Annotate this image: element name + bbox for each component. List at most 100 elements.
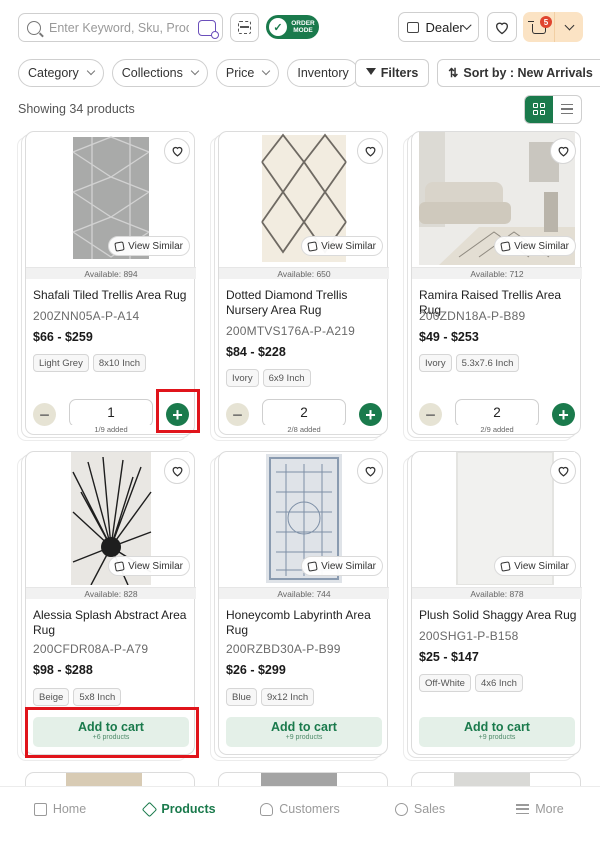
cart-count-badge: 5 bbox=[540, 16, 552, 28]
product-card[interactable]: View Similar Available: 650 Dotted Diamo… bbox=[218, 131, 389, 435]
cart-button[interactable]: 5 bbox=[523, 12, 583, 42]
product-name[interactable]: Honeycomb Labyrinth Area Rug bbox=[226, 608, 384, 638]
product-name[interactable]: Alessia Splash Abstract Area Rug bbox=[33, 608, 191, 638]
variant-tags: Light Grey 8x10 Inch bbox=[33, 354, 147, 372]
product-name[interactable]: Dotted Diamond Trellis Nursery Area Rug bbox=[226, 288, 384, 318]
nav-home[interactable]: Home bbox=[0, 787, 120, 831]
barcode-scan-button[interactable] bbox=[230, 13, 259, 42]
similar-icon bbox=[114, 560, 125, 572]
filter-bar: Category Collections Price Inventory Fil… bbox=[18, 59, 600, 87]
view-similar-button[interactable]: View Similar bbox=[494, 236, 576, 256]
bottom-navigation: Home Products Customers Sales More bbox=[0, 786, 600, 844]
product-name[interactable]: Shafali Tiled Trellis Area Rug bbox=[33, 288, 191, 303]
filter-category[interactable]: Category bbox=[18, 59, 104, 87]
view-similar-label: View Similar bbox=[128, 240, 183, 252]
nav-label: More bbox=[535, 802, 564, 816]
product-card[interactable]: View Similar Available: 878 Plush Solid … bbox=[411, 451, 582, 755]
quantity-input[interactable]: 2 bbox=[455, 399, 539, 427]
nav-sales[interactable]: Sales bbox=[360, 787, 480, 831]
filters-label: Filters bbox=[380, 66, 419, 80]
rug-image-peek bbox=[66, 773, 142, 786]
list-view-button[interactable] bbox=[553, 96, 581, 123]
size-tag: 9x12 Inch bbox=[261, 688, 315, 706]
availability: Available: 828 bbox=[26, 587, 196, 599]
filter-price[interactable]: Price bbox=[215, 59, 280, 87]
filter-inventory[interactable]: Inventory bbox=[287, 59, 359, 87]
product-price: $98 - $288 bbox=[33, 663, 93, 677]
cart-dropdown[interactable] bbox=[555, 20, 583, 30]
similar-icon bbox=[307, 560, 318, 572]
filter-icon bbox=[365, 68, 376, 78]
cart-icon-wrap[interactable]: 5 bbox=[523, 12, 555, 42]
grid-view-button[interactable] bbox=[525, 95, 553, 123]
nav-label: Products bbox=[161, 802, 216, 816]
chip-label: Category bbox=[28, 66, 79, 80]
color-tag: Blue bbox=[226, 688, 258, 706]
product-sku: 200ZNN05A-P-A14 bbox=[33, 309, 140, 323]
favorite-button[interactable] bbox=[357, 138, 383, 164]
nav-products[interactable]: Products bbox=[120, 787, 240, 831]
header-bar: ✓ ORDER MODE Dealer 5 bbox=[0, 0, 600, 52]
nav-customers[interactable]: Customers bbox=[240, 787, 360, 831]
visual-search-icon[interactable] bbox=[198, 19, 219, 39]
similar-icon bbox=[500, 240, 511, 252]
view-similar-button[interactable]: View Similar bbox=[108, 556, 190, 576]
scan-icon bbox=[238, 21, 251, 34]
decrease-quantity-button[interactable]: − bbox=[33, 403, 56, 426]
product-name[interactable]: Plush Solid Shaggy Area Rug bbox=[419, 608, 577, 623]
decrease-quantity-button[interactable]: − bbox=[419, 403, 442, 426]
favorite-button[interactable] bbox=[357, 458, 383, 484]
view-similar-button[interactable]: View Similar bbox=[108, 236, 190, 256]
chip-label: Price bbox=[225, 66, 255, 80]
filters-button[interactable]: Filters bbox=[354, 59, 430, 87]
chevron-down-icon bbox=[86, 66, 95, 76]
dealer-select[interactable]: Dealer bbox=[398, 12, 479, 42]
quantity-input[interactable]: 1 bbox=[69, 399, 153, 427]
search-input[interactable] bbox=[49, 20, 189, 35]
customers-icon bbox=[260, 802, 274, 816]
nav-label: Customers bbox=[279, 802, 340, 816]
view-similar-button[interactable]: View Similar bbox=[494, 556, 576, 576]
favorite-button[interactable] bbox=[550, 458, 576, 484]
product-card[interactable]: View Similar Available: 712 Ramira Raise… bbox=[411, 131, 582, 435]
wishlist-button[interactable] bbox=[487, 12, 517, 42]
order-mode-toggle[interactable]: ✓ ORDER MODE bbox=[266, 15, 319, 39]
availability: Available: 878 bbox=[412, 587, 582, 599]
filter-collections[interactable]: Collections bbox=[111, 59, 208, 87]
heart-icon bbox=[365, 466, 375, 477]
variant-tags: Ivory 6x9 Inch bbox=[226, 369, 311, 387]
heart-icon bbox=[558, 466, 568, 477]
decrease-quantity-button[interactable]: − bbox=[226, 403, 249, 426]
more-products-label: +9 products bbox=[478, 734, 516, 741]
grid-icon bbox=[533, 103, 545, 115]
product-price: $49 - $253 bbox=[419, 330, 479, 344]
nav-more[interactable]: More bbox=[480, 787, 600, 831]
quantity-input[interactable]: 2 bbox=[262, 399, 346, 427]
dealer-label: Dealer bbox=[425, 19, 464, 35]
product-card[interactable]: View Similar Available: 744 Honeycomb La… bbox=[218, 451, 389, 755]
add-to-cart-button[interactable]: Add to cart +9 products bbox=[419, 717, 575, 747]
chevron-down-icon bbox=[190, 66, 200, 76]
variant-tags: Blue 9x12 Inch bbox=[226, 688, 315, 706]
next-row-card[interactable] bbox=[25, 772, 195, 786]
increase-quantity-button[interactable]: + bbox=[552, 403, 575, 426]
home-icon bbox=[33, 802, 47, 816]
color-tag: Off-White bbox=[419, 674, 471, 692]
view-similar-label: View Similar bbox=[514, 560, 569, 572]
sort-button[interactable]: ⇅ Sort by : New Arrivals bbox=[437, 59, 600, 87]
next-row-card[interactable] bbox=[218, 772, 388, 786]
next-row-card[interactable] bbox=[411, 772, 581, 786]
similar-icon bbox=[500, 560, 511, 572]
sort-icon: ⇅ bbox=[448, 66, 459, 80]
view-similar-button[interactable]: View Similar bbox=[301, 236, 383, 256]
check-icon: ✓ bbox=[269, 18, 287, 36]
view-similar-button[interactable]: View Similar bbox=[301, 556, 383, 576]
favorite-button[interactable] bbox=[550, 138, 576, 164]
favorite-button[interactable] bbox=[164, 138, 190, 164]
favorite-button[interactable] bbox=[164, 458, 190, 484]
search-bar[interactable] bbox=[18, 13, 223, 42]
similar-icon bbox=[307, 240, 318, 252]
increase-quantity-button[interactable]: + bbox=[359, 403, 382, 426]
product-sku: 200ZDN18A-P-B89 bbox=[419, 309, 526, 323]
add-to-cart-button[interactable]: Add to cart +9 products bbox=[226, 717, 382, 747]
